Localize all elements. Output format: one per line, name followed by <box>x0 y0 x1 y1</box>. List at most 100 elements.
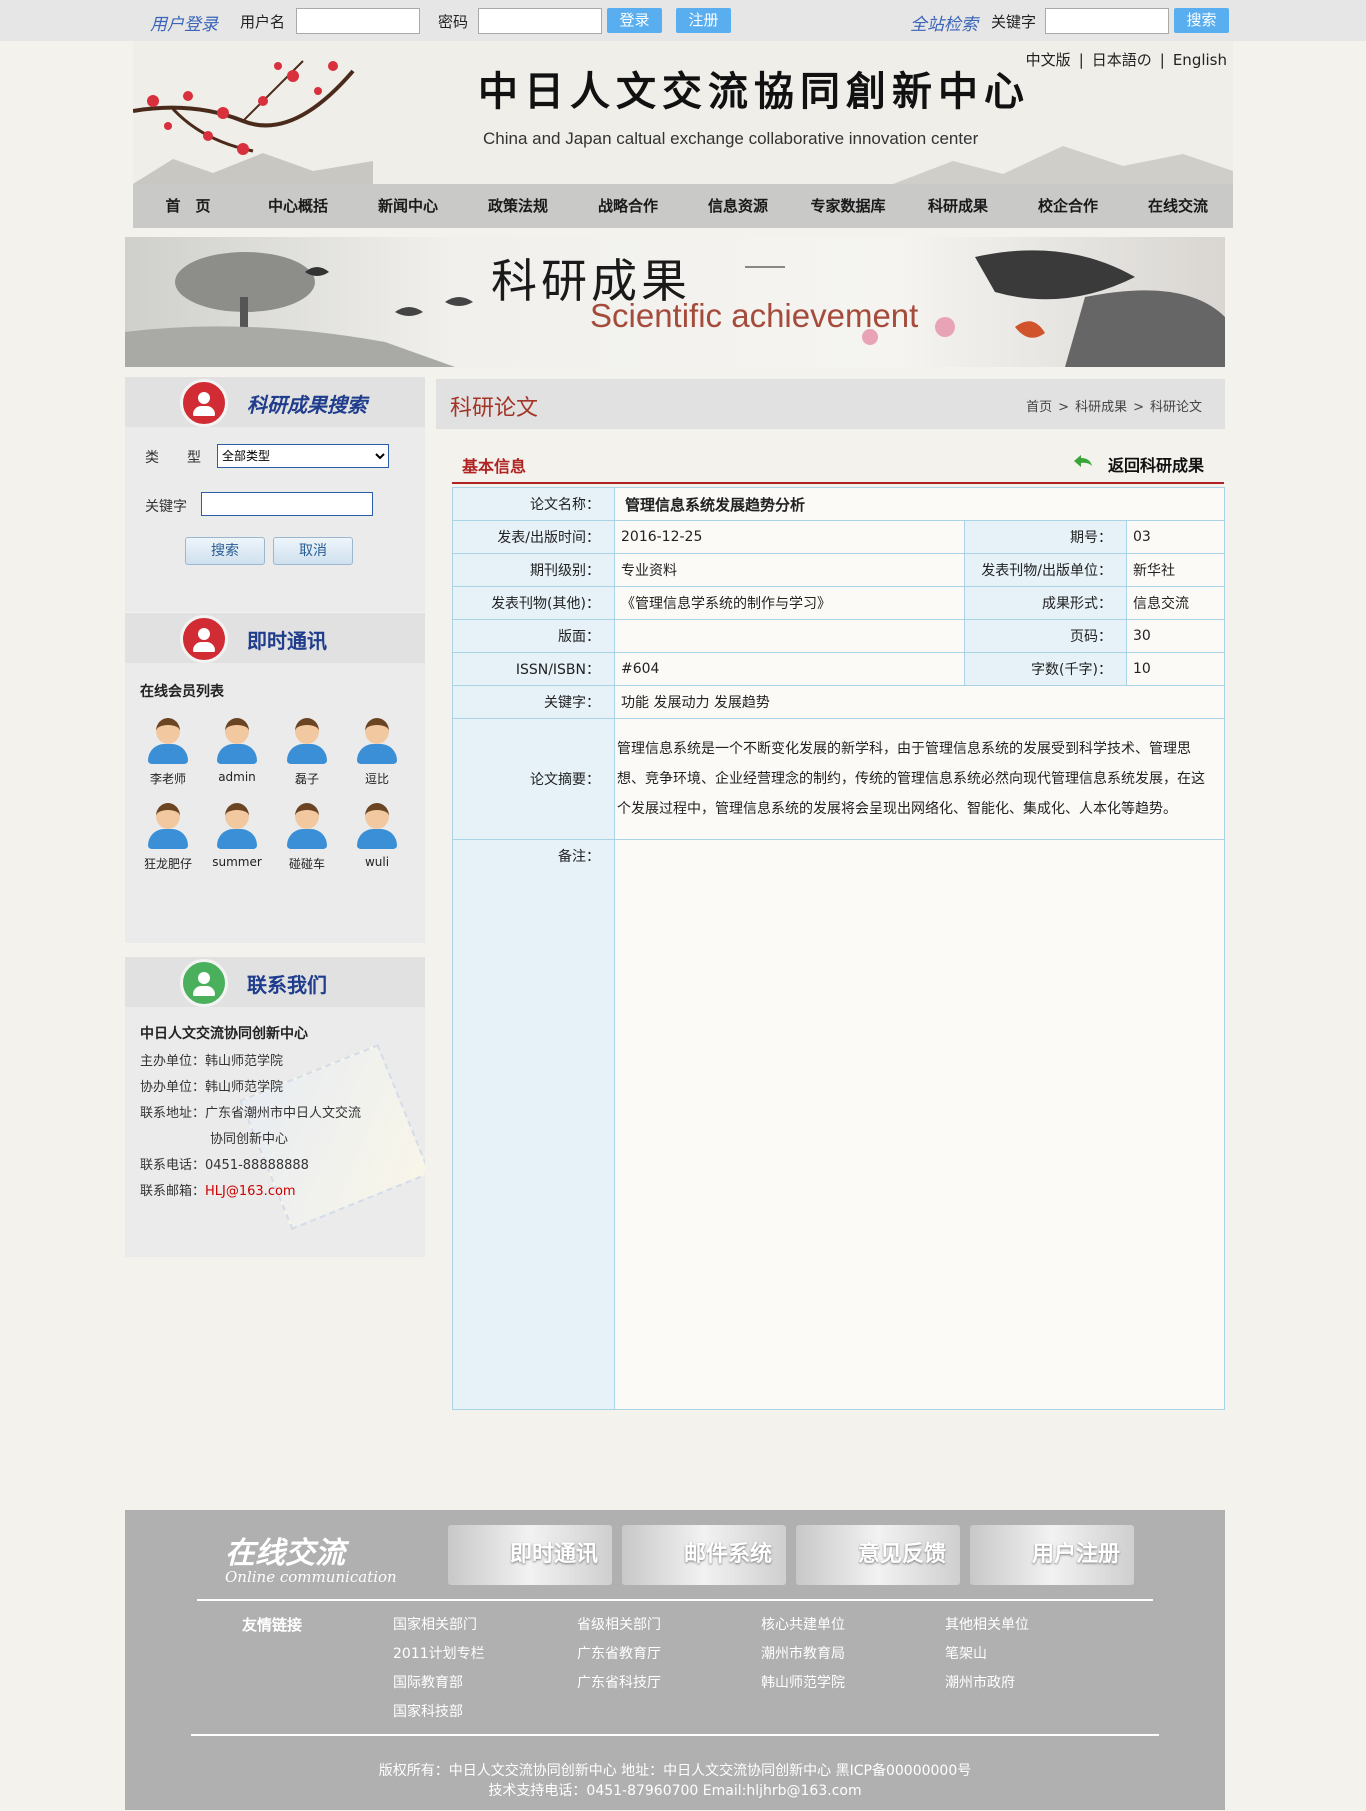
page-title: 科研论文 <box>450 396 539 421</box>
result-form-value: 信息交流 <box>1126 586 1225 620</box>
site-logo-subtitle: China and Japan caltual exchange collabo… <box>483 129 979 148</box>
member-item[interactable]: 狂龙肥仔 <box>136 803 200 872</box>
footer-link[interactable]: 韩山师范学院 <box>761 1672 845 1692</box>
footer-link[interactable]: 笔架山 <box>945 1643 987 1663</box>
footer-link[interactable]: 广东省教育厅 <box>577 1643 661 1663</box>
return-arrow-icon[interactable] <box>1072 453 1094 469</box>
nav-online[interactable]: 在线交流 <box>1123 184 1233 228</box>
layout-value <box>614 619 965 653</box>
site-search-input[interactable] <box>1045 8 1169 34</box>
paper-name-value: 管理信息系统发展趋势分析 <box>614 487 1225 521</box>
footer-im-button[interactable]: 即时通讯 <box>448 1525 612 1585</box>
username-input[interactable] <box>296 8 420 34</box>
footer-link[interactable]: 2011计划专栏 <box>393 1643 485 1663</box>
research-cancel-button[interactable]: 取消 <box>273 537 353 565</box>
im-panel: 在线会员列表 李老师 admin 磊子 逗比 狂龙肥仔 summer 碰碰车 w… <box>125 663 425 943</box>
breadcrumb-research[interactable]: 科研成果 <box>1075 400 1127 415</box>
table-row: 关键字： 功能 发展动力 发展趋势 <box>452 685 1225 719</box>
login-button[interactable]: 登录 <box>607 8 662 33</box>
nav-research[interactable]: 科研成果 <box>903 184 1013 228</box>
footer-link[interactable]: 国际教育部 <box>393 1672 463 1692</box>
member-item[interactable]: summer <box>205 803 269 869</box>
footer-feedback-button[interactable]: 意见反馈 <box>796 1525 960 1585</box>
search-keyword-label: 关键字 <box>145 499 187 515</box>
contact-title: 联系我们 <box>247 973 327 997</box>
research-search-header: 科研成果搜索 <box>125 377 425 427</box>
breadcrumb-separator: > <box>1133 400 1144 415</box>
keyword-label: 关键字 <box>991 13 1037 31</box>
lang-chinese[interactable]: 中文版 <box>1022 51 1075 69</box>
table-row: 论文名称： 管理信息系统发展趋势分析 <box>452 487 1225 521</box>
nav-strategy[interactable]: 战略合作 <box>573 184 683 228</box>
table-row: 发表/出版时间： 2016-12-25 期号： 03 <box>452 520 1225 554</box>
footer-register-button[interactable]: 用户注册 <box>970 1525 1134 1585</box>
site-footer: 在线交流 Online communication 即时通讯 邮件系统 意见反馈… <box>125 1510 1225 1810</box>
issn-key: ISSN/ISBN： <box>452 652 615 686</box>
paper-name-key: 论文名称： <box>452 487 615 521</box>
contact-co: 协办单位：韩山师范学院 <box>140 1080 284 1095</box>
footer-link[interactable]: 广东省科技厅 <box>577 1672 661 1692</box>
table-row: 论文摘要： 管理信息系统是一个不断变化发展的新学科，由于管理信息系统的发展受到科… <box>452 718 1225 840</box>
nav-resources[interactable]: 信息资源 <box>683 184 793 228</box>
contact-phone: 联系电话：0451-88888888 <box>140 1158 309 1173</box>
member-item[interactable]: 逗比 <box>345 718 409 787</box>
lang-japanese[interactable]: 日本語の <box>1088 51 1156 69</box>
nav-news[interactable]: 新闻中心 <box>353 184 463 228</box>
contact-header: 联系我们 <box>125 957 425 1007</box>
member-name: admin <box>218 770 256 784</box>
member-item[interactable]: 磊子 <box>275 718 339 787</box>
member-item[interactable]: wuli <box>345 803 409 869</box>
contact-email[interactable]: HLJ@163.com <box>205 1184 296 1199</box>
footer-link[interactable]: 国家科技部 <box>393 1701 463 1721</box>
member-name: 李老师 <box>149 772 186 786</box>
publisher-key: 发表刊物/出版单位： <box>964 553 1127 587</box>
online-communication-subtitle: Online communication <box>225 1568 397 1586</box>
member-name: summer <box>212 855 262 869</box>
footer-link[interactable]: 核心共建单位 <box>761 1614 845 1634</box>
type-select[interactable]: 全部类型 <box>217 444 389 468</box>
issue-value: 03 <box>1126 520 1225 554</box>
login-title: 用户登录 <box>150 15 218 35</box>
nav-center-overview[interactable]: 中心概括 <box>243 184 353 228</box>
nav-home[interactable]: 首 页 <box>133 184 243 228</box>
layout-key: 版面： <box>452 619 615 653</box>
footer-link[interactable]: 潮州市教育局 <box>761 1643 845 1663</box>
research-search-title: 科研成果搜索 <box>247 393 367 417</box>
search-keyword-input[interactable] <box>201 492 373 516</box>
nav-experts[interactable]: 专家数据库 <box>793 184 903 228</box>
breadcrumb: 首页 > 科研成果 > 科研论文 <box>1023 396 1205 415</box>
register-button[interactable]: 注册 <box>676 8 731 33</box>
member-item[interactable]: 李老师 <box>136 718 200 787</box>
password-label: 密码 <box>438 13 469 31</box>
member-name: 逗比 <box>364 772 389 786</box>
footer-link[interactable]: 潮州市政府 <box>945 1672 1015 1692</box>
footer-link[interactable]: 其他相关单位 <box>945 1614 1029 1634</box>
member-avatar-icon <box>217 718 257 768</box>
member-avatar-icon <box>217 803 257 853</box>
banner-subtitle: Scientific achievement <box>590 297 919 334</box>
lang-divider: | <box>1078 51 1084 69</box>
research-search-button[interactable]: 搜索 <box>185 537 265 565</box>
site-search-button[interactable]: 搜索 <box>1174 8 1229 33</box>
password-input[interactable] <box>478 8 602 34</box>
contact-host: 主办单位：韩山师范学院 <box>140 1054 284 1069</box>
breadcrumb-home[interactable]: 首页 <box>1026 400 1052 415</box>
nav-cooperation[interactable]: 校企合作 <box>1013 184 1123 228</box>
contact-address: 联系地址：广东省潮州市中日人文交流 <box>140 1106 362 1121</box>
issue-key: 期号： <box>964 520 1127 554</box>
member-item[interactable]: 碰碰车 <box>275 803 339 872</box>
member-avatar-icon <box>287 803 327 853</box>
pages-key: 页码： <box>964 619 1127 653</box>
back-to-research-link[interactable]: 返回科研成果 <box>1108 452 1204 476</box>
publish-date-key: 发表/出版时间： <box>452 520 615 554</box>
footer-mail-button[interactable]: 邮件系统 <box>622 1525 786 1585</box>
user-icon <box>180 615 228 663</box>
issn-value: #604 <box>614 652 965 686</box>
footer-link[interactable]: 省级相关部门 <box>577 1614 661 1634</box>
member-item[interactable]: admin <box>205 718 269 784</box>
breadcrumb-current: 科研论文 <box>1149 400 1202 415</box>
nav-policy[interactable]: 政策法规 <box>463 184 573 228</box>
support-text: 技术支持电话：0451-87960700 Email:hljhrb@163.co… <box>488 1783 862 1799</box>
footer-link[interactable]: 国家相关部门 <box>393 1614 477 1634</box>
lang-english[interactable]: English <box>1169 51 1231 69</box>
